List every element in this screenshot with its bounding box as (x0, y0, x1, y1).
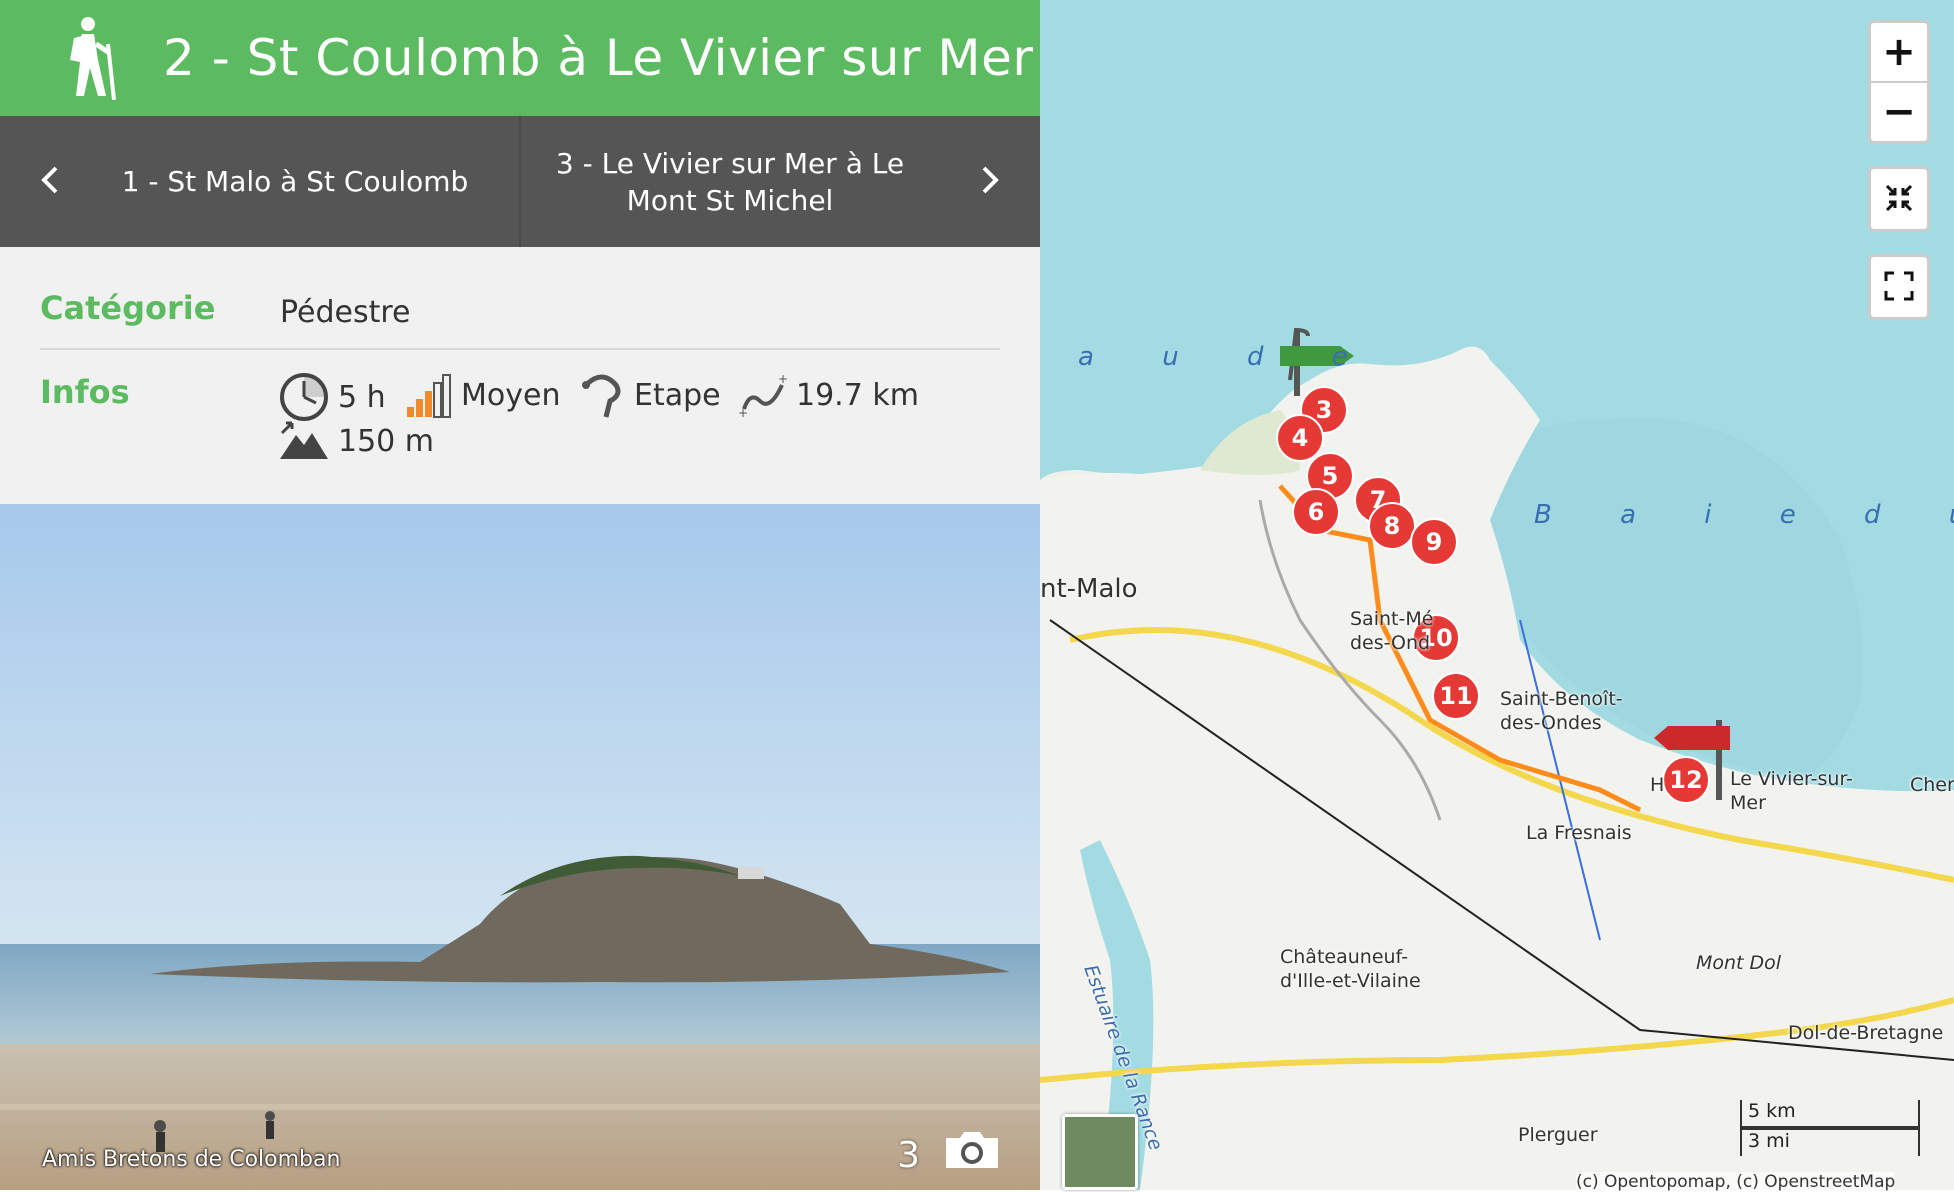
route-type-icon (582, 374, 621, 418)
distance-value: 19.7 km (796, 377, 919, 413)
camera-icon[interactable] (942, 1128, 1002, 1172)
page-title: 2 - St Coulomb à Le Vivier sur Mer (163, 29, 1034, 87)
photo-count: 3 (897, 1135, 920, 1176)
place-label: Châteauneuf- (1280, 946, 1409, 968)
duration-value: 5 h (338, 379, 386, 415)
scale-km: 5 km (1740, 1100, 1920, 1128)
fullscreen-icon (1884, 271, 1914, 301)
zoom-control: + − (1868, 20, 1930, 144)
difficulty-value: Moyen (461, 377, 561, 413)
map-marker[interactable]: 8 (1368, 502, 1416, 550)
svg-text:+: + (778, 372, 788, 386)
elevation-stat: 150 m (278, 421, 434, 461)
duration-stat: 5 h (278, 371, 386, 423)
place-label: Mont Dol (1696, 952, 1782, 974)
clock-icon (280, 373, 328, 421)
photo-credit: Amis Bretons de Colomban (42, 1147, 341, 1172)
place-label: Cher (1910, 774, 1954, 796)
map-marker[interactable]: 11 (1432, 672, 1480, 720)
trail-header: 2 - St Coulomb à Le Vivier sur Mer (0, 0, 1040, 116)
map-marker[interactable]: 12 (1662, 756, 1710, 804)
chevron-right-icon[interactable] (970, 160, 1010, 200)
collapse-button[interactable] (1871, 169, 1927, 227)
bay-label: B a i e d u M (1534, 500, 1954, 530)
place-label: H (1650, 774, 1665, 796)
collapse-arrows-icon (1885, 184, 1913, 212)
next-stage-link[interactable]: 3 - Le Vivier sur Mer à Le Mont St Miche… (540, 116, 920, 247)
difficulty-stat: Moyen (405, 371, 560, 419)
place-label: Saint-Benoît- (1500, 688, 1623, 710)
category-value: Pédestre (280, 295, 411, 330)
map-tiles (1040, 0, 1954, 1190)
elevation-value: 150 m (338, 423, 435, 459)
distance-stat: + + 19.7 km (738, 371, 919, 419)
fullscreen-button[interactable] (1871, 257, 1927, 315)
zoom-out-button[interactable]: − (1871, 83, 1927, 141)
elevation-mountain-icon (280, 421, 328, 459)
nav-divider (519, 116, 521, 247)
layer-switcher-thumbnail[interactable] (1062, 1114, 1138, 1190)
place-label: des-Ond (1350, 632, 1431, 654)
place-label: d'Ille-et-Vilaine (1280, 970, 1421, 992)
place-label: des-Ondes (1500, 712, 1602, 734)
hiker-icon (70, 17, 116, 100)
trail-map[interactable]: a u d e B a i e d u M 3 4 5 6 7 8 9 10 1… (1040, 0, 1954, 1190)
route-type-value: Etape (634, 377, 721, 413)
chevron-left-icon[interactable] (30, 160, 70, 200)
place-label: Saint-Mé (1350, 608, 1434, 630)
distance-icon: + + (738, 372, 788, 419)
trail-photo[interactable]: Amis Bretons de Colomban 3 (0, 504, 1040, 1190)
stage-navigation: 1 - St Malo à St Coulomb 3 - Le Vivier s… (0, 116, 1040, 247)
difficulty-bars-icon (407, 374, 451, 418)
collapse-control (1868, 166, 1930, 232)
map-marker[interactable]: 6 (1292, 488, 1340, 536)
route-type-stat: Etape (580, 371, 721, 419)
map-attribution: (c) Opentopomap, (c) OpenstreetMap (1576, 1172, 1896, 1192)
place-label: nt-Malo (1040, 574, 1138, 604)
info-divider (40, 348, 1000, 350)
zoom-in-button[interactable]: + (1871, 23, 1927, 83)
place-label: Mer (1730, 792, 1766, 814)
infos-label: Infos (40, 373, 130, 411)
scale-mi: 3 mi (1740, 1128, 1920, 1156)
trail-info: Catégorie Pédestre Infos 5 h Moyen Etape… (0, 247, 1040, 504)
sea-label: a u d e (1078, 342, 1378, 372)
place-label: Plerguer (1518, 1124, 1598, 1146)
map-scale: 5 km 3 mi (1740, 1100, 1930, 1156)
beach-photo (0, 504, 1040, 1190)
place-label: Dol-de-Bretagne (1788, 1022, 1944, 1044)
map-marker[interactable]: 9 (1410, 518, 1458, 566)
svg-text:+: + (738, 406, 748, 419)
place-label: Le Vivier-sur- (1730, 768, 1853, 790)
previous-stage-link[interactable]: 1 - St Malo à St Coulomb (80, 116, 510, 247)
trail-panel: 2 - St Coulomb à Le Vivier sur Mer 1 - S… (0, 0, 1040, 1190)
place-label: La Fresnais (1526, 822, 1632, 844)
category-label: Catégorie (40, 289, 216, 327)
fullscreen-control (1868, 254, 1930, 320)
